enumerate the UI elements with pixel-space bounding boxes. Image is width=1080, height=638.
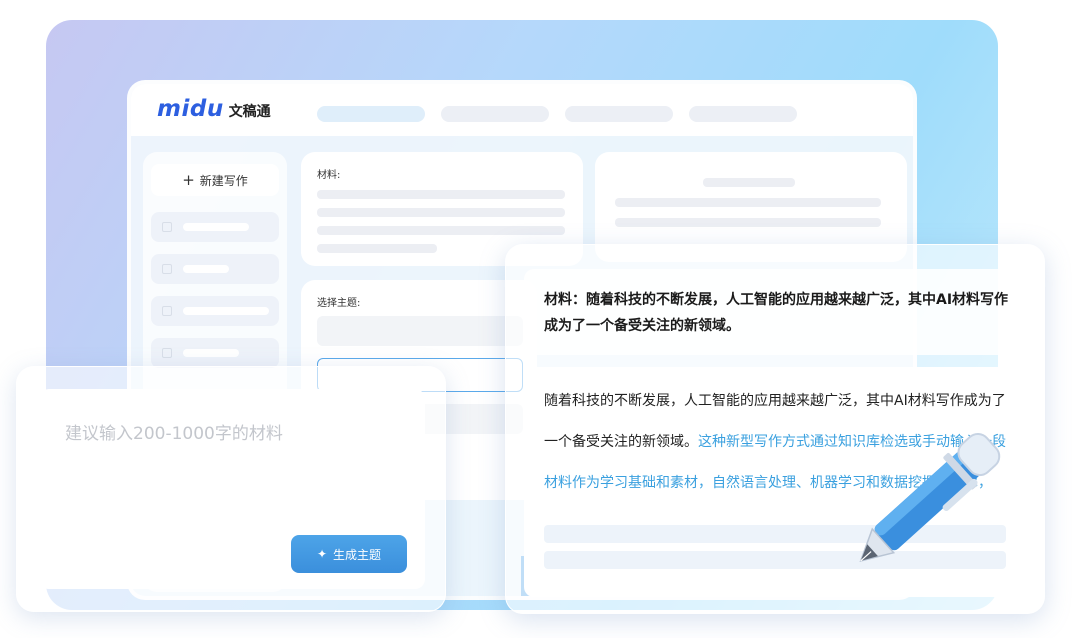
logo-word: midu [157, 96, 224, 122]
sidebar-item[interactable] [151, 338, 279, 368]
doc-icon [162, 264, 172, 274]
sidebar-item-bar [183, 223, 249, 231]
plus-icon: + [182, 171, 195, 189]
placeholder-line [615, 218, 881, 227]
input-placeholder: 建议输入200-1000字的材料 [65, 424, 283, 444]
nav-tab-1[interactable] [317, 106, 425, 122]
topic-label: 选择主题: [317, 298, 361, 309]
sidebar-item-bar [183, 265, 229, 273]
sidebar-item[interactable] [151, 254, 279, 284]
placeholder-line [317, 190, 565, 199]
app-topbar: midu 文稿通 [131, 84, 913, 136]
material-summary: 材料：随着科技的不断发展，人工智能的应用越来越广泛，其中AI材料写作成为了一个备… [524, 269, 1026, 355]
doc-icon [162, 306, 172, 316]
material-input[interactable]: 建议输入200-1000字的材料 ✦ 生成主题 [39, 389, 425, 589]
sidebar-item-bar [183, 349, 239, 357]
pen-icon [859, 432, 1001, 562]
material-summary-text: 材料：随着科技的不断发展，人工智能的应用越来越广泛，其中AI材料写作成为了一个备… [544, 292, 1009, 334]
generate-topic-button[interactable]: ✦ 生成主题 [291, 535, 407, 573]
nav-tab-2[interactable] [441, 106, 549, 122]
placeholder-line [615, 198, 881, 207]
doc-icon [162, 222, 172, 232]
placeholder-line [317, 244, 437, 253]
sparkle-icon: ✦ [316, 547, 328, 561]
placeholder-line [317, 226, 565, 235]
new-writing-button[interactable]: + 新建写作 [151, 164, 279, 196]
placeholder-line [317, 208, 565, 217]
sidebar-item[interactable] [151, 296, 279, 326]
material-input-card: 建议输入200-1000字的材料 ✦ 生成主题 [16, 366, 446, 612]
nav-tab-4[interactable] [689, 106, 797, 122]
generate-topic-label: 生成主题 [333, 547, 382, 562]
logo-name: 文稿通 [228, 104, 271, 120]
material-label: 材料: [317, 170, 341, 181]
new-writing-label: 新建写作 [199, 173, 248, 188]
placeholder-line [703, 178, 795, 187]
logo[interactable]: midu 文稿通 [157, 96, 271, 122]
sidebar-item-bar [183, 307, 269, 315]
sidebar-item[interactable] [151, 212, 279, 242]
doc-icon [162, 348, 172, 358]
topic-option[interactable] [317, 316, 523, 346]
nav-tab-3[interactable] [565, 106, 673, 122]
